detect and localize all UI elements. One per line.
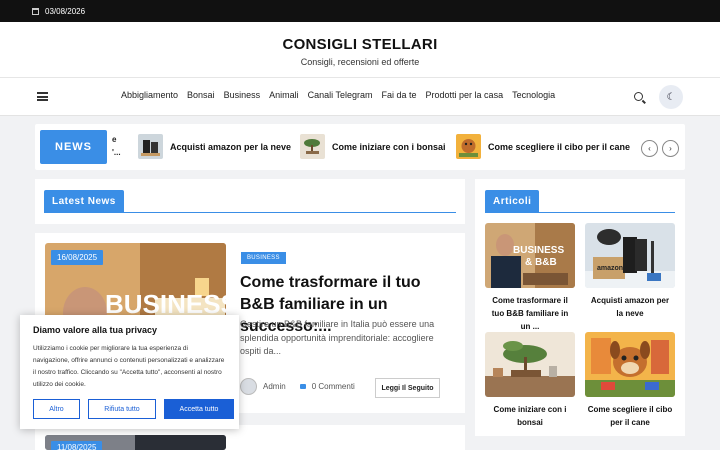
article-caption[interactable]: Acquisti amazon per la neve: [585, 294, 675, 320]
article-image[interactable]: BUSINESS & B&B: [485, 223, 575, 288]
post-meta: Admin 0 Commenti: [240, 378, 355, 395]
search-icon[interactable]: [634, 92, 643, 101]
article-image[interactable]: [585, 332, 675, 397]
cookie-text: Utilizziamo i cookie per migliorare la t…: [33, 345, 225, 388]
sidebar-article-card[interactable]: Come scegliere il cibo per il cane: [585, 332, 675, 429]
nav-item-prodotti-casa[interactable]: Prodotti per la casa: [426, 90, 504, 100]
dog-thumbnail: [456, 134, 481, 159]
nav-item-tecnologia[interactable]: Tecnologia: [512, 90, 555, 100]
article-caption[interactable]: Come iniziare con i bonsai: [485, 403, 575, 429]
sidebar-article-card[interactable]: Come iniziare con i bonsai: [485, 332, 575, 429]
site-title[interactable]: CONSIGLI STELLARI: [0, 36, 720, 53]
cookie-more-button[interactable]: Altro: [33, 399, 80, 419]
hamburger-icon[interactable]: [37, 92, 48, 101]
ticker-item[interactable]: Come iniziare con i bonsai: [300, 134, 446, 159]
site-tagline: Consigli, recensioni ed offerte: [300, 57, 420, 67]
article-caption[interactable]: Come scegliere il cibo per il cane: [585, 403, 675, 429]
nav-item-animali[interactable]: Animali: [269, 90, 299, 100]
calendar-icon: [32, 7, 39, 15]
articles-title: Articoli: [485, 190, 540, 212]
author-avatar: [240, 378, 257, 395]
read-more-button[interactable]: Leggi Il Seguito: [375, 378, 440, 398]
ticker-prev-button[interactable]: ‹: [641, 140, 658, 157]
cookie-reject-button[interactable]: Rifiuta tutto: [88, 399, 156, 419]
post-category-tag[interactable]: BUSINESS: [241, 252, 286, 264]
post-author[interactable]: Admin: [263, 382, 286, 391]
nav-item-bonsai[interactable]: Bonsai: [187, 90, 215, 100]
ticker-fragment[interactable]: e '...: [112, 133, 121, 159]
dark-mode-toggle[interactable]: ☾: [659, 85, 683, 109]
top-bar: 03/08/2026: [0, 0, 720, 22]
svg-text:amazon: amazon: [597, 265, 623, 272]
sidebar-article-card[interactable]: BUSINESS & B&B Come trasformare il tuo B…: [485, 223, 575, 333]
svg-text:& B&B: & B&B: [525, 257, 557, 268]
sidebar-article-card[interactable]: amazon Acquisti amazon per la neve: [585, 223, 675, 320]
latest-news-header: Latest News: [35, 179, 465, 224]
ticker-item[interactable]: Come scegliere il cibo per il cane: [456, 134, 630, 159]
cookie-title: Diamo valore alla tua privacy: [33, 325, 158, 335]
nav-item-canali-telegram[interactable]: Canali Telegram: [308, 90, 373, 100]
comment-icon: [299, 384, 306, 389]
bonsai-thumbnail: [300, 134, 325, 159]
cookie-buttons: Altro Rifiuta tutto Accetta tutto: [33, 399, 234, 419]
article-caption[interactable]: Come trasformare il tuo B&B familiare in…: [485, 294, 575, 333]
current-date: 03/08/2026: [45, 6, 86, 16]
main-navigation: Abbigliamento Bonsai Business Animali Ca…: [0, 78, 720, 116]
post-date-badge: 11/08/2025: [51, 441, 103, 450]
post-excerpt: Gestire un B&B familiare in Italia può e…: [240, 319, 435, 356]
svg-text:BUSINESS: BUSINESS: [513, 245, 564, 256]
ticker-item[interactable]: Acquisti amazon per la neve: [138, 134, 291, 159]
latest-news-title: Latest News: [44, 190, 124, 212]
nav-item-business[interactable]: Business: [224, 90, 261, 100]
nav-item-abbigliamento[interactable]: Abbigliamento: [121, 90, 178, 100]
news-ticker: NEWS e '... Acquisti amazon per la neve C…: [35, 124, 685, 170]
post-date-badge: 16/08/2025: [51, 250, 104, 265]
section-divider: [485, 212, 675, 213]
nav-menu: Abbigliamento Bonsai Business Animali Ca…: [121, 90, 564, 100]
moon-icon: ☾: [666, 91, 676, 103]
cookie-consent-banner: Diamo valore alla tua privacy Utilizziam…: [20, 315, 239, 429]
nav-item-fai-da-te[interactable]: Fai da te: [382, 90, 417, 100]
cookie-accept-button[interactable]: Accetta tutto: [164, 399, 234, 419]
ticker-next-button[interactable]: ›: [662, 140, 679, 157]
chevron-right-icon: ›: [669, 144, 672, 153]
news-label: NEWS: [40, 130, 107, 164]
article-image[interactable]: amazon: [585, 223, 675, 288]
article-image[interactable]: [485, 332, 575, 397]
chevron-left-icon: ‹: [648, 144, 651, 153]
site-header: CONSIGLI STELLARI Consigli, recensioni e…: [0, 22, 720, 78]
section-divider: [44, 212, 456, 213]
post-comments[interactable]: 0 Commenti: [312, 382, 355, 391]
boots-thumbnail: [138, 134, 163, 159]
